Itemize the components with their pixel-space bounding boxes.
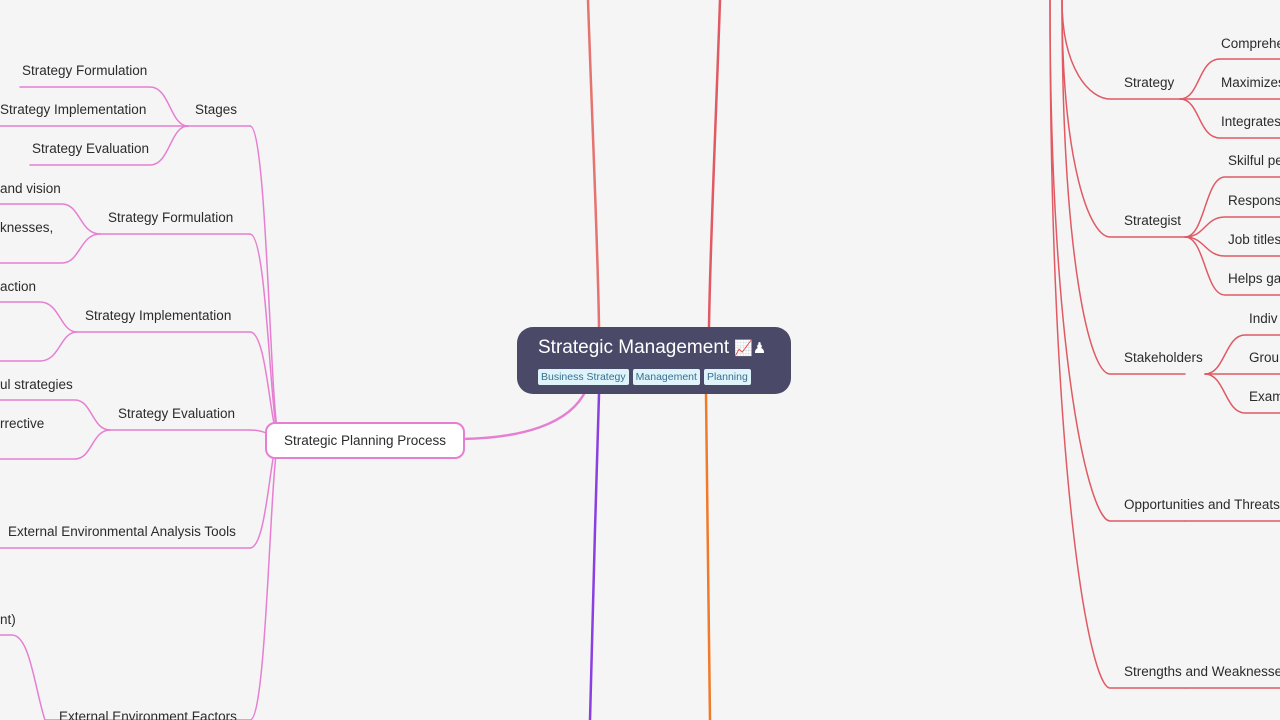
topic-external-analysis-tools[interactable]: External Environmental Analysis Tools — [8, 523, 236, 541]
topic-formulation-mission[interactable]: and vision — [0, 180, 61, 198]
tag-business-strategy[interactable]: Business Strategy — [538, 369, 629, 385]
topic-evaluation-successful[interactable]: ul strategies — [0, 376, 73, 394]
topic-strategist-skilful[interactable]: Skilful pe — [1228, 152, 1280, 170]
mind-map-canvas: Strategic Management 📈♟ Business Strateg… — [0, 0, 1280, 720]
topic-strategist[interactable]: Strategist — [1124, 212, 1181, 230]
central-topic-label: Strategic Management — [538, 337, 730, 358]
link-spp-sub-5 — [249, 437, 281, 720]
tag-management[interactable]: Management — [632, 369, 700, 385]
topic-evaluation-corrective[interactable]: rrective — [0, 415, 44, 433]
link-spp-sub-0 — [249, 125, 281, 439]
topic-opportunities-threats[interactable]: Opportunities and Threats — [1124, 496, 1280, 514]
topic-stages-implementation[interactable]: Strategy Implementation — [0, 101, 146, 119]
trunk-top-left — [586, 0, 601, 329]
central-topic-title: Strategic Management 📈♟ — [538, 337, 766, 359]
trunk-top-right — [707, 0, 722, 329]
topic-strengths-weaknesses[interactable]: Strengths and Weaknesses — [1124, 663, 1280, 681]
topic-strategy[interactable]: Strategy — [1124, 74, 1174, 92]
topic-strategic-planning-process[interactable]: Strategic Planning Process — [265, 422, 465, 459]
topic-strategy-evaluation[interactable]: Strategy Evaluation — [118, 405, 235, 423]
topic-strategy-integrates[interactable]: Integrates — [1221, 113, 1280, 131]
link-eval-child-1 — [0, 429, 111, 460]
topic-stakeholders-examples[interactable]: Exam — [1249, 388, 1280, 406]
trunk-bottom-right — [704, 392, 712, 720]
topic-formulation-swot[interactable]: knesses, — [0, 219, 53, 237]
topic-stakeholders[interactable]: Stakeholders — [1124, 349, 1203, 367]
topic-environment-child[interactable]: nt) — [0, 611, 16, 629]
tag-row: Business Strategy Management Planning — [538, 369, 751, 385]
topic-stages-formulation[interactable]: Strategy Formulation — [22, 62, 147, 80]
central-topic-node[interactable]: Strategic Management 📈♟ Business Strateg… — [517, 327, 791, 394]
chart-and-chess-emoji-icon: 📈♟ — [734, 340, 767, 357]
topic-strategist-job-titles[interactable]: Job titles — [1228, 231, 1280, 249]
topic-stakeholders-individuals[interactable]: Indiv — [1249, 310, 1278, 328]
topic-strategy-implementation[interactable]: Strategy Implementation — [85, 307, 231, 325]
link-central-spp — [460, 388, 588, 441]
topic-stakeholders-groups[interactable]: Grou — [1249, 349, 1279, 367]
link-form-child-1 — [0, 233, 101, 264]
topic-stages-evaluation[interactable]: Strategy Evaluation — [32, 140, 149, 158]
topic-strategy-formulation[interactable]: Strategy Formulation — [108, 209, 233, 227]
topic-stages[interactable]: Stages — [195, 101, 237, 119]
topic-implementation-action[interactable]: action — [0, 278, 36, 296]
link-impl-child-0 — [0, 301, 78, 333]
topic-strategist-responsible[interactable]: Responsi — [1228, 192, 1280, 210]
link-impl-child-1 — [0, 331, 78, 362]
link-factors-child — [0, 634, 46, 720]
link-right-sub-4 — [1049, 0, 1186, 689]
topic-strategy-comprehensive[interactable]: Comprehe — [1221, 35, 1280, 53]
link-right-sub-1 — [1061, 0, 1186, 238]
tag-planning[interactable]: Planning — [703, 369, 751, 385]
trunk-bottom-left — [588, 392, 601, 720]
topic-strategist-helps[interactable]: Helps ga — [1228, 270, 1280, 288]
topic-strategy-maximizes[interactable]: Maximizes — [1221, 74, 1280, 92]
topic-external-environment-factors[interactable]: External Environment Factors — [59, 708, 237, 720]
